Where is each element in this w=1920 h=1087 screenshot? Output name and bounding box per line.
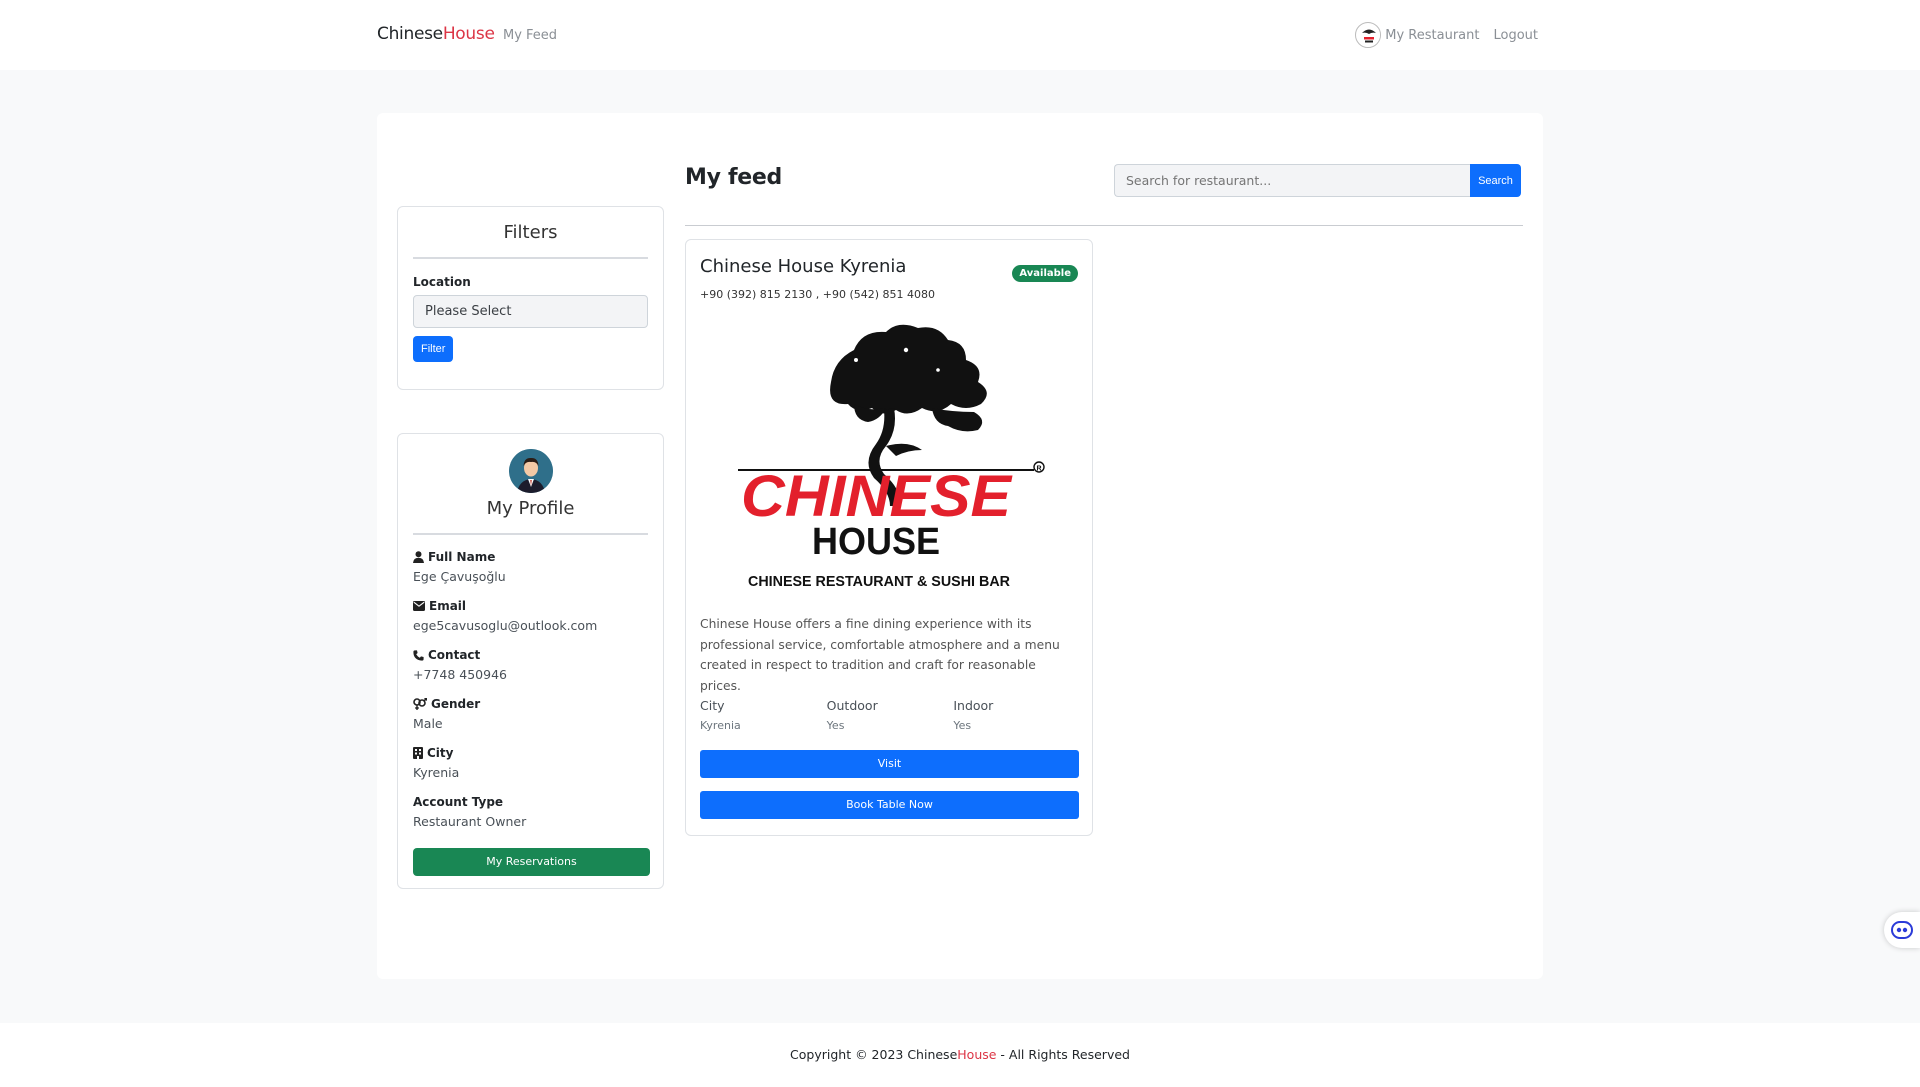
status-badge: Available <box>1012 265 1078 282</box>
attribute-indoor: Indoor Yes <box>953 698 1080 732</box>
filters-title: Filters <box>503 222 558 243</box>
restaurant-phones: +90 (392) 815 2130 , +90 (542) 851 4080 <box>700 288 936 301</box>
full-name-label-text: Full Name <box>428 550 496 564</box>
filters-card: Filters Location Please Select Filter <box>397 206 664 390</box>
brand-logo[interactable]: ChineseHouse <box>377 24 495 44</box>
logo-word-chinese: CHINESE <box>741 464 1013 529</box>
nav-my-restaurant-label: My Restaurant <box>1385 27 1480 43</box>
full-name-value: Ege Çavuşoğlu <box>413 569 506 584</box>
user-icon <box>413 551 424 563</box>
search-button[interactable]: Search <box>1470 164 1521 197</box>
filters-divider <box>413 257 648 259</box>
profile-card: My Profile Full Name Ege Çavuşoğlu Email… <box>397 433 664 889</box>
profile-avatar <box>508 449 553 493</box>
copyright-text: Copyright © 2023 ChineseHouse - All Righ… <box>0 1047 1920 1062</box>
book-table-button[interactable]: Book Table Now <box>700 791 1079 819</box>
restaurant-name: Chinese House Kyrenia <box>700 256 907 277</box>
chat-widget-button[interactable] <box>1884 912 1920 948</box>
copyright-prefix: Copyright © 2023 Chinese <box>790 1047 958 1062</box>
my-reservations-button[interactable]: My Reservations <box>413 848 650 876</box>
gender-label-text: Gender <box>431 697 481 711</box>
account-type-label: Account Type <box>413 795 504 809</box>
gender-value: Male <box>413 716 443 731</box>
copyright-brand-accent: House <box>957 1047 997 1062</box>
nav-right-group: My Restaurant Logout <box>1355 22 1538 48</box>
attribute-key: City <box>700 698 725 713</box>
profile-divider <box>413 533 648 535</box>
attribute-city: City Kyrenia <box>700 698 827 732</box>
logo-word-house: HOUSE <box>812 521 940 563</box>
building-icon <box>413 747 423 759</box>
restaurant-card: Chinese House Kyrenia Available +90 (392… <box>685 239 1093 836</box>
restaurant-avatar-icon <box>1355 22 1382 48</box>
nav-my-restaurant-link[interactable]: My Restaurant <box>1355 22 1479 48</box>
top-navbar: ChineseHouse My Feed My Restaurant Logou… <box>0 0 1920 70</box>
profile-fields: Full Name Ege Çavuşoğlu Email ege5cavuso… <box>413 550 648 829</box>
gender-label: Gender <box>413 697 648 711</box>
copyright-suffix: - All Rights Reserved <box>996 1047 1130 1062</box>
restaurant-attributes: City Kyrenia Outdoor Yes Indoor Yes <box>700 698 1080 732</box>
city-label-text: City <box>427 746 454 760</box>
email-label-text: Email <box>429 599 467 613</box>
full-name-label: Full Name <box>413 550 648 564</box>
attribute-key: Indoor <box>953 698 994 713</box>
nav-my-feed-link[interactable]: My Feed <box>503 28 557 43</box>
location-select[interactable]: Please Select <box>413 295 648 328</box>
attribute-value: Yes <box>953 719 972 732</box>
contact-label: Contact <box>413 648 648 662</box>
search-bar: Search <box>1114 164 1521 197</box>
footer: Copyright © 2023 ChineseHouse - All Righ… <box>0 1023 1920 1087</box>
restaurant-logo-image: R CHINESE HOUSE CHINESE RESTAURANT & SUS… <box>738 324 1045 590</box>
filter-button[interactable]: Filter <box>413 336 454 362</box>
attribute-value: Kyrenia <box>700 719 741 732</box>
brand-main: Chinese <box>377 24 443 44</box>
nav-logout-link[interactable]: Logout <box>1493 28 1538 43</box>
restaurant-search-input[interactable] <box>1114 164 1470 197</box>
gender-icon <box>413 698 427 710</box>
city-label: City <box>413 746 648 760</box>
chat-bot-icon <box>1891 921 1913 939</box>
logo-tagline: CHINESE RESTAURANT & SUSHI BAR <box>748 573 1010 590</box>
restaurant-description: Chinese House offers a fine dining exper… <box>700 617 1060 693</box>
profile-title: My Profile <box>486 498 575 519</box>
brand-accent: House <box>442 24 495 44</box>
envelope-icon <box>413 601 425 611</box>
main-container: Filters Location Please Select Filter My… <box>377 113 1543 979</box>
contact-value: +7748 450946 <box>413 667 507 682</box>
attribute-outdoor: Outdoor Yes <box>827 698 954 732</box>
attribute-value: Yes <box>826 719 845 732</box>
contact-label-text: Contact <box>428 648 481 662</box>
location-label: Location <box>413 275 471 289</box>
email-label: Email <box>413 599 648 613</box>
feed-title: My feed <box>685 165 782 190</box>
attribute-key: Outdoor <box>826 698 878 713</box>
phone-icon <box>413 649 424 661</box>
email-value: ege5cavusoglu@outlook.com <box>413 618 598 633</box>
feed-divider <box>685 225 1523 226</box>
visit-button[interactable]: Visit <box>700 750 1079 778</box>
account-type-value: Restaurant Owner <box>413 814 527 829</box>
svg-text:R: R <box>1036 466 1041 473</box>
city-value: Kyrenia <box>413 765 460 780</box>
